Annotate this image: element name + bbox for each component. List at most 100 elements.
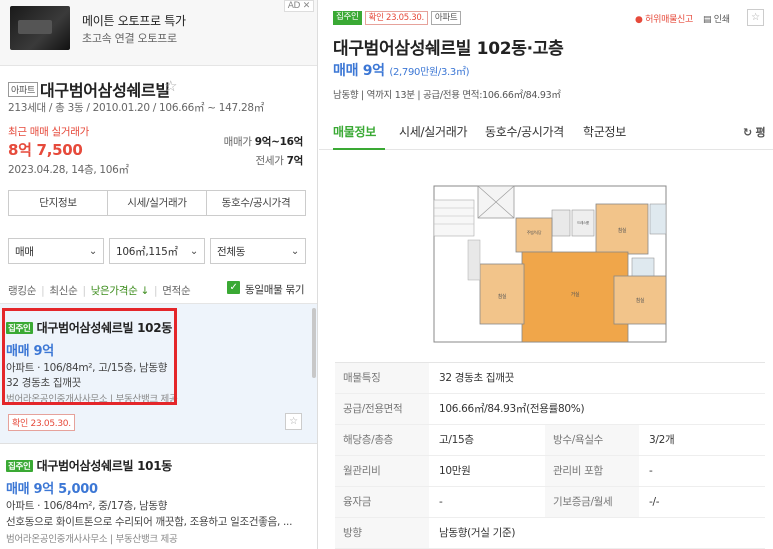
plan-label: 침실 <box>618 227 627 234</box>
row-value: - <box>649 465 653 477</box>
listing-desc: 선호동으로 화이트톤으로 수리되어 깨끗함, 조용하고 일조건좋음, ... <box>6 516 293 528</box>
detail-price: 매매 9억 (2,790만원/3.3㎡) <box>333 63 470 79</box>
detail-tabs: 매물정보 시세/실거래가 동호수/공시가격 학군정보 ↻ 평 <box>319 112 773 150</box>
row-value: 3/2개 <box>649 434 675 446</box>
area-value: 106㎡,115㎡ <box>116 245 178 258</box>
detail-title: 대구범어삼성쉐르빌 102동·고층 <box>333 39 564 59</box>
listing-item[interactable]: 집주인 대구범어삼성쉐르빌 101동 매매 9억 5,000 아파트 · 106/… <box>0 445 317 549</box>
complex-type-tag: 아파트 <box>8 82 38 97</box>
chevron-down-icon: ⌄ <box>88 245 97 257</box>
row-value: -/- <box>649 496 660 508</box>
owner-tag: 집주인 <box>333 11 362 25</box>
plan-label: 거실 <box>571 291 580 298</box>
table-row: 매물특징 32 경동초 집깨끗 <box>335 363 765 394</box>
print-icon: ▤ <box>703 15 712 25</box>
ad-title: 메이튼 오토프로 특가 <box>82 14 186 28</box>
ad-subtitle: 초고속 연결 오토프로 <box>82 32 177 45</box>
listing-price: 매매 9억 5,000 <box>6 482 98 497</box>
sort-lowest-price[interactable]: 낮은가격순 ↓ <box>91 283 150 298</box>
row-value: 10만원 <box>439 465 471 477</box>
row-label: 매물특징 <box>335 363 429 393</box>
tab-unit-price[interactable]: 동호수/공시가격 <box>485 123 564 140</box>
jeonse-price-value: 7억 <box>286 155 304 167</box>
detail-info: 남동향 | 역까지 13분 | 공급/전용 면적:106.66㎡/84.93㎡ <box>333 90 561 101</box>
plan-label: 침실 <box>636 297 645 304</box>
highlight-box <box>2 308 177 405</box>
row-value: 106.66㎡/84.93㎡(전용률80%) <box>439 403 585 415</box>
jeonse-price-label: 전세가 <box>255 155 284 167</box>
plan-label: 주방/식당 <box>527 229 542 235</box>
ad-thumbnail <box>10 6 70 50</box>
filter-bar: 매매 ⌄ 106㎡,115㎡ ⌄ 전체동 ⌄ <box>8 238 306 264</box>
scrollbar[interactable] <box>312 308 316 378</box>
plan-label: 침실 <box>498 293 507 300</box>
active-tab-indicator <box>333 148 385 150</box>
owner-tag: 집주인 <box>6 459 33 472</box>
row-value: 고/15층 <box>439 434 474 446</box>
report-button[interactable]: ● 허위매물신고 <box>635 12 693 25</box>
table-row: 해당층/총층 고/15층 방수/욕실수 3/2개 <box>335 425 765 456</box>
sort-ranking[interactable]: 랭킹순 <box>8 283 36 298</box>
row-label: 방향 <box>335 518 429 548</box>
dong-select[interactable]: 전체동 ⌄ <box>210 238 306 264</box>
row-value: - <box>439 496 443 508</box>
price-per-area: (2,790만원/3.3㎡) <box>389 67 470 78</box>
confirm-tag: 확인 23.05.30. <box>364 11 428 25</box>
area-select[interactable]: 106㎡,115㎡ ⌄ <box>109 238 205 264</box>
complex-info-button[interactable]: 단지정보 <box>9 191 108 215</box>
row-label: 공급/전용면적 <box>335 394 429 424</box>
confirm-date-badge: 확인 23.05.30. <box>8 414 75 431</box>
row-label: 해당층/총층 <box>335 425 429 455</box>
tab-school[interactable]: 학군정보 <box>583 123 626 140</box>
listing-detail-table: 매물특징 32 경동초 집깨끗 공급/전용면적 106.66㎡/84.93㎡(전… <box>335 362 765 549</box>
row-value: 남동향(거실 기준) <box>439 527 516 539</box>
complex-info: 213세대 / 총 3동 / 2010.01.20 / 106.66㎡ ~ 14… <box>8 102 264 114</box>
recent-trade-label: 최근 매매 실거래가 <box>8 126 89 138</box>
table-row: 월관리비 10만원 관리비 포함 - <box>335 456 765 487</box>
price-history-button[interactable]: 시세/실거래가 <box>108 191 207 215</box>
recent-trade-date: 2023.04.28, 14층, 106㎡ <box>8 164 129 176</box>
detail-favorite-icon[interactable]: ☆ <box>747 9 764 26</box>
dong-value: 전체동 <box>217 245 246 258</box>
tab-price-history[interactable]: 시세/실거래가 <box>399 123 467 140</box>
recent-trade-price: 8억 7,500 <box>8 141 83 159</box>
listing-spec: 아파트 · 106/84m², 중/17층, 남동향 <box>6 500 168 512</box>
trade-type-value: 매매 <box>15 245 34 258</box>
listing-favorite-icon[interactable]: ☆ <box>285 413 302 430</box>
print-button[interactable]: ▤ 인쇄 <box>703 12 730 25</box>
ad-banner[interactable]: 메이튼 오토프로 특가 초고속 연결 오토프로 AD ✕ <box>0 0 317 66</box>
floor-plan-image[interactable]: 침실 침실 침실 거실 주방/식당 드레스룸 <box>428 180 678 348</box>
row-label: 방수/욕실수 <box>545 425 639 455</box>
unit-price-button[interactable]: 동호수/공시가격 <box>207 191 305 215</box>
favorite-star-icon[interactable]: ☆ <box>164 77 177 95</box>
sale-price-range: 매매가 9억~16억 <box>223 134 304 149</box>
trade-type-select[interactable]: 매매 ⌄ <box>8 238 104 264</box>
complex-button-row: 단지정보 시세/실거래가 동호수/공시가격 <box>8 190 306 216</box>
jeonse-price-range: 전세가 7억 <box>255 153 303 168</box>
table-row: 방향 남동향(거실 기준) <box>335 518 765 549</box>
row-label: 월관리비 <box>335 456 429 486</box>
sale-price-value: 9억~16억 <box>254 136 304 148</box>
chevron-down-icon: ⌄ <box>290 245 299 257</box>
sort-latest[interactable]: 최신순 <box>49 283 77 298</box>
complex-name: 대구범어삼성쉐르빌 <box>40 81 170 100</box>
table-row: 공급/전용면적 106.66㎡/84.93㎡(전용률80%) <box>335 394 765 425</box>
table-row: 융자금 - 기보증금/월세 -/- <box>335 487 765 518</box>
same-listing-label: 동일매물 묶기 <box>245 284 305 296</box>
type-tag: 아파트 <box>430 11 462 25</box>
detail-panel: 집주인 확인 23.05.30. 아파트 ● 허위매물신고 ▤ 인쇄 ☆ 대구범… <box>319 0 773 549</box>
refresh-button[interactable]: ↻ 평 <box>743 124 766 140</box>
detail-tags: 집주인 확인 23.05.30. 아파트 <box>333 11 462 25</box>
sort-area[interactable]: 면적순 <box>162 283 190 298</box>
chevron-down-icon: ⌄ <box>189 245 198 257</box>
listing-panel: 메이튼 오토프로 특가 초고속 연결 오토프로 AD ✕ 아파트 대구범어삼성쉐… <box>0 0 318 549</box>
plan-label: 드레스룸 <box>577 220 590 225</box>
row-label: 관리비 포함 <box>545 456 639 486</box>
same-listing-checkbox[interactable]: ✓ <box>227 281 240 294</box>
sale-price-label: 매매가 <box>223 136 252 148</box>
row-value: 32 경동초 집깨끗 <box>439 372 514 384</box>
siren-icon: ● <box>635 15 643 25</box>
ad-close-button[interactable]: AD ✕ <box>283 0 314 12</box>
listing-broker: 범어라온공인중개사사무소 | 부동산뱅크 제공 <box>6 534 178 545</box>
tab-listing-info[interactable]: 매물정보 <box>333 123 376 140</box>
